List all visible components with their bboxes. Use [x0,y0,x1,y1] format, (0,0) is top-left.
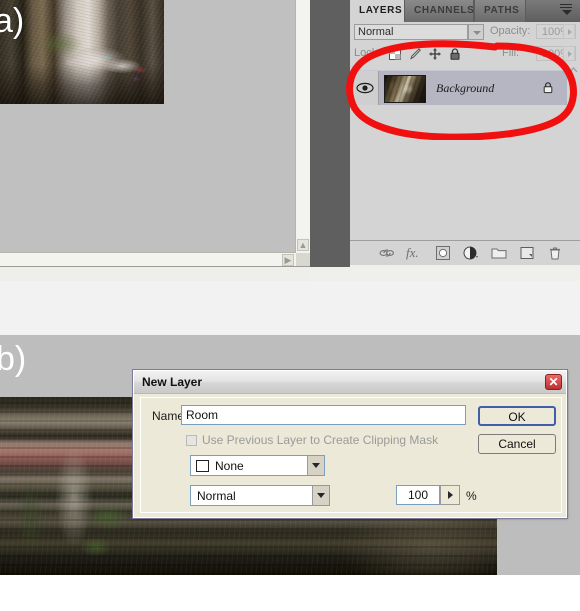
close-icon[interactable]: ✕ [545,374,562,390]
layers-panel-tabbar: LAYERS CHANNELS PATHS [350,0,580,22]
scrollbar-corner [296,253,310,267]
lock-label: Lock: [354,47,381,59]
mode-select[interactable]: Normal [190,485,330,506]
alley-with-debris-photo [0,0,164,104]
layers-list-scrollbar[interactable] [567,64,580,250]
layers-panel-toolbar: fx. [350,240,580,265]
tab-paths[interactable]: PATHS [474,0,526,22]
chevron-down-icon[interactable] [312,486,329,505]
layer-thumbnail-image [385,76,425,102]
blend-mode-row: Normal Opacity: 100% [350,22,580,42]
lock-row: Lock: Fill: 100% [350,44,580,64]
link-layers-icon[interactable] [378,245,396,261]
document-vertical-scrollbar[interactable]: ▲ ▼ [295,0,310,267]
layer-style-fx-icon[interactable]: fx. [406,245,424,261]
delete-layer-trash-icon[interactable] [546,245,564,261]
scroll-up-arrow[interactable]: ▲ [297,239,309,251]
fill-stepper-icon[interactable] [563,46,575,61]
color-select[interactable]: None [190,455,325,476]
tab-layers[interactable]: LAYERS [350,0,404,22]
mode-value: Normal [197,489,236,503]
clipping-mask-checkbox[interactable] [186,435,197,446]
fill-label: Fill: [502,47,520,59]
opacity-stepper-button[interactable] [440,485,460,505]
opacity-label: Opacity: [490,25,531,37]
document-horizontal-scrollbar[interactable]: ▶ [0,252,296,267]
blend-mode-select[interactable]: Normal [354,24,468,40]
chevron-down-icon[interactable] [468,24,484,40]
dialog-title: New Layer [142,375,203,389]
gutter-footer [310,267,350,281]
dialog-opacity-input[interactable]: 100 [396,485,440,505]
figure-gap [0,281,580,335]
document-canvas-image[interactable] [0,0,164,104]
photoshop-document-window: ▲ ▼ ▶ [0,0,310,281]
new-group-folder-icon[interactable] [490,245,508,261]
all-lock-icon[interactable] [448,47,462,61]
layer-name-input[interactable]: Room [181,405,466,425]
layers-scroll-up-arrow[interactable] [567,64,580,77]
scroll-right-arrow[interactable]: ▶ [282,254,294,266]
panel-a-label: a) [0,2,25,40]
brush-lock-icon[interactable] [408,47,422,61]
panel-menu-icon[interactable] [560,4,576,18]
table-row[interactable]: Background [354,70,568,105]
chevron-down-icon[interactable] [307,456,324,475]
transparency-lock-icon[interactable] [388,47,402,61]
move-lock-icon[interactable] [428,47,442,61]
cancel-button[interactable]: Cancel [478,434,556,454]
figure-panel-a: ▲ ▼ ▶ LAYERS CHANNELS PATHS Normal Opaci… [0,0,580,281]
workspace-gutter [310,0,350,281]
new-adjustment-layer-icon[interactable] [462,245,480,261]
color-value: None [215,459,244,473]
color-swatch-icon [196,460,209,472]
layers-panel: LAYERS CHANNELS PATHS Normal Opacity: 10… [350,0,580,281]
background-layer-thumbnail[interactable] [384,75,426,103]
document-status-bar [0,266,310,281]
percent-symbol: % [466,489,477,503]
opacity-stepper-icon[interactable] [563,24,575,39]
new-layer-icon[interactable] [518,245,536,261]
figure-bottom-margin [0,575,580,611]
layer-lock-icon [542,81,554,94]
ok-button[interactable]: OK [478,406,556,426]
tab-channels[interactable]: CHANNELS [404,0,474,22]
layer-visibility-eye-icon[interactable] [354,71,379,105]
layers-panel-footer [350,265,580,281]
add-layer-mask-icon[interactable] [434,245,452,261]
clipping-mask-label: Use Previous Layer to Create Clipping Ma… [202,433,439,447]
layer-name-label[interactable]: Background [436,81,494,96]
panel-b-label: b) [0,340,27,378]
dialog-titlebar[interactable]: New Layer ✕ [134,371,566,394]
